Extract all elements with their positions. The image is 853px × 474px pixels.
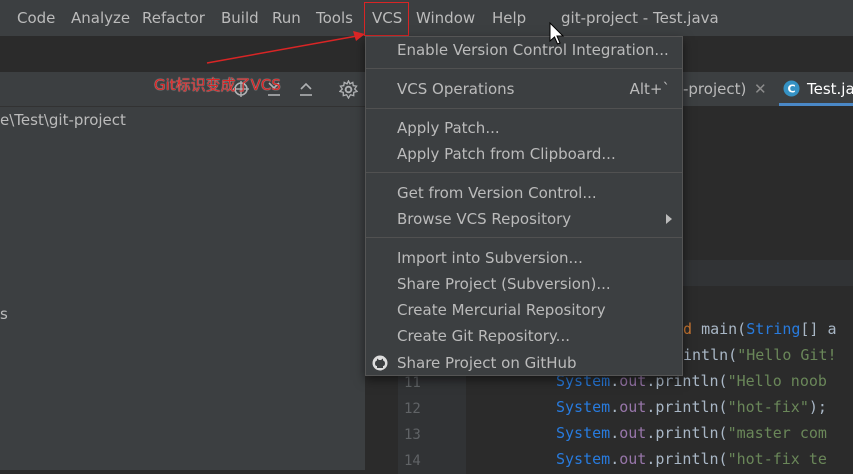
menu-code[interactable]: Code bbox=[17, 9, 55, 27]
menu-item-vcs-operations[interactable]: VCS Operations bbox=[397, 80, 515, 98]
menu-item-browse-vcs-repo[interactable]: Browse VCS Repository bbox=[397, 210, 571, 228]
menu-item-get-from-vcs[interactable]: Get from Version Control... bbox=[397, 184, 597, 202]
svg-text:C: C bbox=[787, 83, 795, 96]
line-number: 13 bbox=[398, 422, 466, 448]
line-number: 14 bbox=[398, 448, 466, 474]
code-line[interactable]: intln("Hello Git! bbox=[683, 346, 837, 364]
tree-item-partial[interactable]: s bbox=[0, 305, 8, 323]
menu-item-share-github[interactable]: Share Project on GitHub bbox=[397, 354, 577, 372]
tab-label: Test.java bbox=[807, 80, 853, 98]
github-icon bbox=[372, 355, 388, 371]
line-number: 12 bbox=[398, 396, 466, 422]
menu-item-share-subversion[interactable]: Share Project (Subversion)... bbox=[397, 275, 611, 293]
code-line[interactable]: d main(String[] a bbox=[683, 320, 837, 338]
tab-test-java[interactable]: C Test.java bbox=[779, 72, 853, 106]
annotation-arrow bbox=[206, 31, 365, 64]
menu-item-apply-patch-clipboard[interactable]: Apply Patch from Clipboard... bbox=[397, 145, 616, 163]
menu-item-apply-patch[interactable]: Apply Patch... bbox=[397, 119, 500, 137]
menu-separator bbox=[366, 108, 682, 109]
menu-item-import-subversion[interactable]: Import into Subversion... bbox=[397, 249, 583, 267]
menu-separator bbox=[366, 237, 682, 238]
menu-item-create-git[interactable]: Create Git Repository... bbox=[397, 327, 570, 345]
project-path-bar: e\Test\git-project bbox=[0, 107, 365, 135]
menu-item-create-mercurial[interactable]: Create Mercurial Repository bbox=[397, 301, 606, 319]
menu-window[interactable]: Window bbox=[416, 9, 475, 27]
menu-separator bbox=[366, 172, 682, 173]
gear-icon[interactable] bbox=[338, 79, 359, 100]
menu-build[interactable]: Build bbox=[221, 9, 259, 27]
editor-gutter-strip bbox=[683, 260, 853, 286]
menu-help[interactable]: Help bbox=[492, 9, 526, 27]
menu-bar: Code Analyze Refactor Build Run Tools VC… bbox=[0, 0, 853, 36]
menu-refactor[interactable]: Refactor bbox=[142, 9, 205, 27]
project-path[interactable]: e\Test\git-project bbox=[0, 111, 126, 129]
menu-analyze[interactable]: Analyze bbox=[71, 9, 130, 27]
collapse-all-icon[interactable] bbox=[297, 80, 315, 98]
code-line[interactable]: System.out.println("hot-fix te bbox=[556, 450, 827, 468]
menu-separator bbox=[366, 68, 682, 69]
menu-run[interactable]: Run bbox=[272, 9, 301, 27]
shortcut-label: Alt+` bbox=[629, 80, 670, 98]
mouse-cursor-icon bbox=[549, 22, 565, 45]
tab-previous[interactable]: -project) bbox=[683, 80, 746, 98]
editor-tab-bar: -project) ✕ C Test.java bbox=[683, 72, 853, 106]
menu-item-enable-vcs[interactable]: Enable Version Control Integration... bbox=[397, 41, 669, 59]
menu-tools[interactable]: Tools bbox=[316, 9, 353, 27]
code-line[interactable]: System.out.println("hot-fix"); bbox=[556, 398, 827, 416]
window-title: git-project - Test.java bbox=[561, 9, 719, 27]
project-tree: s bbox=[0, 135, 365, 470]
menu-vcs[interactable]: VCS bbox=[372, 9, 402, 27]
code-line[interactable]: System.out.println("master com bbox=[556, 424, 827, 442]
submenu-arrow-icon bbox=[664, 212, 674, 226]
annotation-text: Git标识变成了VCS bbox=[154, 76, 281, 94]
java-class-icon: C bbox=[783, 80, 800, 97]
tab-close-icon[interactable]: ✕ bbox=[754, 80, 767, 98]
vcs-dropdown-menu: Enable Version Control Integration... VC… bbox=[365, 36, 683, 376]
